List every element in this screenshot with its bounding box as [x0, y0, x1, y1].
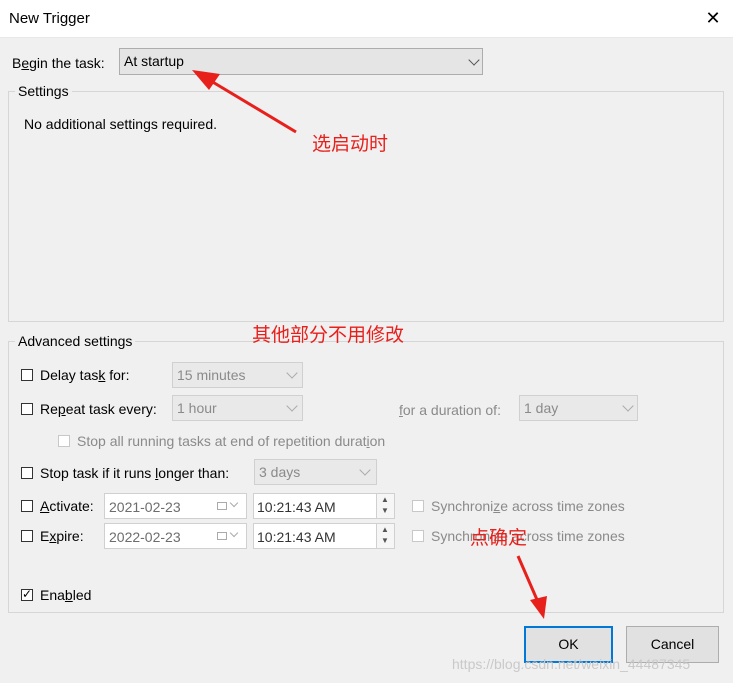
- annotation-no-change: 其他部分不用修改: [252, 325, 405, 346]
- annotation-click-ok: 点确定: [470, 528, 528, 549]
- arrow-to-ok: [516, 555, 547, 619]
- annotation-choose-startup: 选启动时: [312, 134, 389, 155]
- arrow-to-dropdown: [192, 70, 297, 134]
